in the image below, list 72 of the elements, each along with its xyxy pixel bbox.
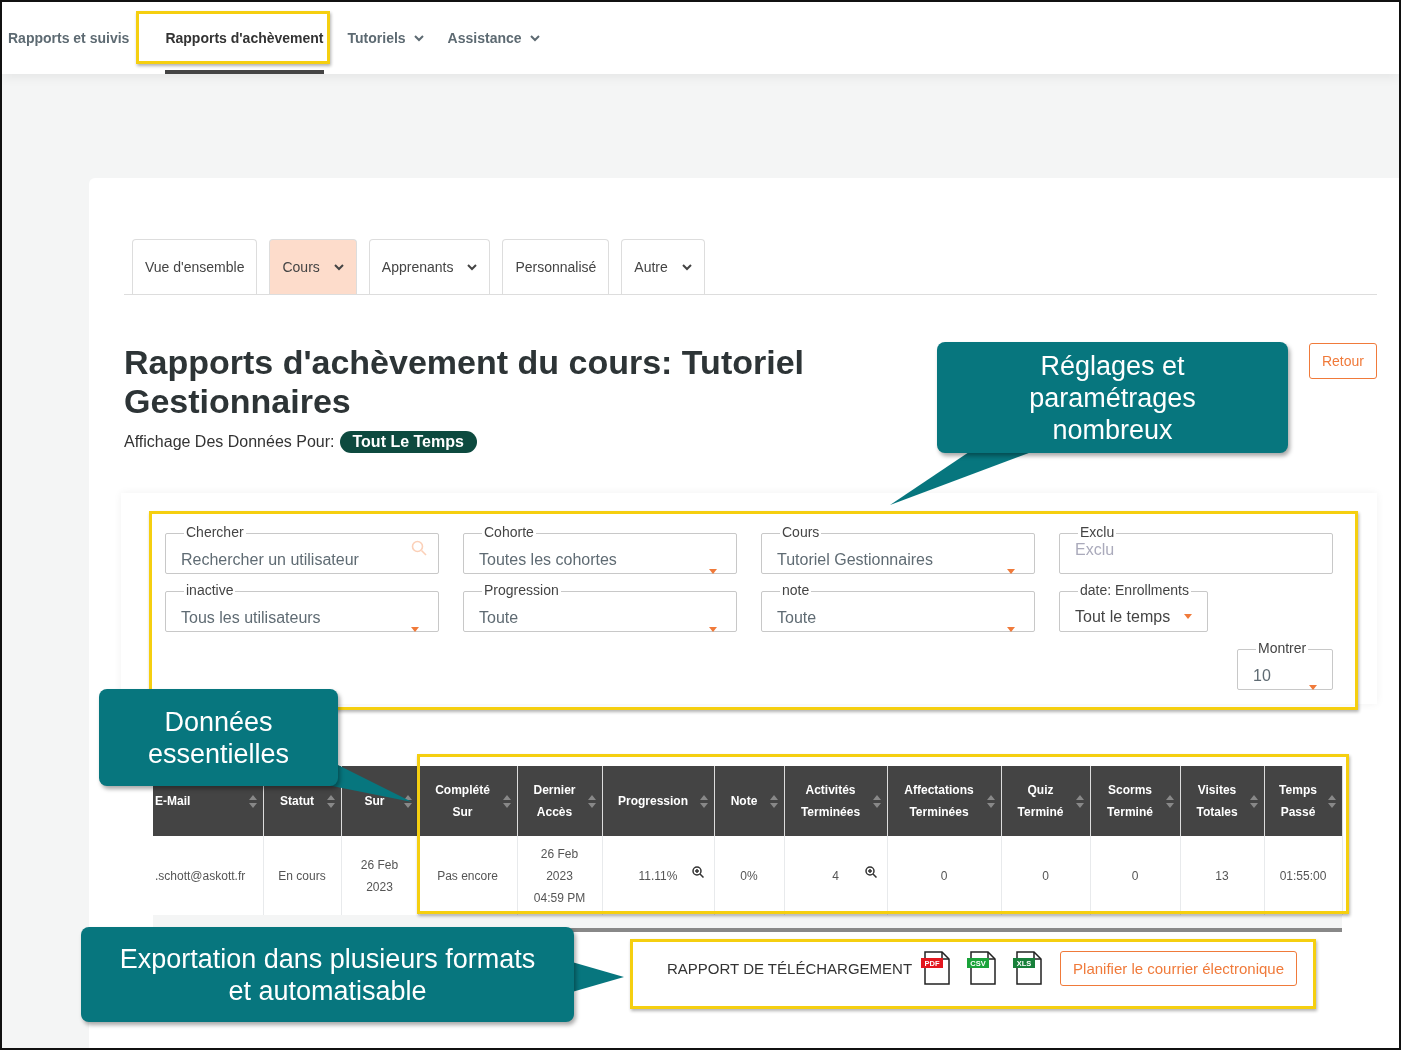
search-field[interactable]: Chercher Rechercher un utilisateur [165,524,439,574]
caret-icon [709,569,717,574]
field-label: Cohorte [482,524,536,540]
chevron-down-icon [467,263,478,271]
nav-item[interactable]: Assistance [447,2,552,74]
field-label: Chercher [184,524,246,540]
caret-icon [1007,569,1015,574]
caret-icon [411,627,419,632]
sort-icon[interactable] [326,795,335,808]
sort-icon[interactable] [1075,795,1084,808]
sort-icon[interactable] [1249,795,1258,808]
column-header[interactable]: Complété Sur [418,766,517,836]
caret-icon [1184,614,1193,619]
field-label: Progression [482,582,561,598]
chevron-down-icon [529,34,540,42]
caret-icon [1007,627,1015,632]
callout-tooltip: Données essentielles [99,689,338,786]
callout-tooltip: Exportation dans plusieurs formats et automatisable [81,927,574,1022]
sort-icon[interactable] [1165,795,1174,808]
download-label: RAPPORT DE TÉLÉCHARGEMENT [667,959,913,977]
sort-icon[interactable] [699,795,708,808]
column-header[interactable]: Temps Passé [1264,766,1342,836]
tab[interactable]: Vue d'ensemble [132,239,258,294]
page-title: Rapports d'achèvement du cours: Tutoriel Gestionnaires [124,343,805,421]
column-header[interactable]: Progression [602,766,714,836]
nav-item[interactable]: Rapports et suivis [8,2,142,74]
select-field[interactable]: Cohorte Toutes les cohortes [463,524,737,574]
field-label: date: Enrollments [1078,582,1191,598]
sort-icon[interactable] [502,795,511,808]
select-field[interactable]: Montrer 10 [1237,640,1333,690]
column-header[interactable]: Note [714,766,784,836]
sort-icon[interactable] [872,795,881,808]
field-label: inactive [184,582,236,598]
sort-icon[interactable] [403,795,412,808]
column-header[interactable]: Activités Terminées [784,766,887,836]
caret-icon [1309,685,1317,690]
field-label: Montrer [1256,640,1309,656]
sort-icon[interactable] [986,795,995,808]
column-header[interactable]: Affectations Terminées [887,766,1001,836]
tab[interactable]: Cours [269,239,357,294]
zoom-in-icon[interactable] [864,866,877,878]
column-header[interactable]: Scorms Terminé [1090,766,1180,836]
field-label: Exclu [1078,524,1117,540]
tab[interactable]: Apprenants [368,239,491,294]
field-label: note [780,582,812,598]
column-header[interactable]: Visites Totales [1180,766,1264,836]
sort-icon[interactable] [1327,795,1336,808]
chevron-down-icon [413,34,424,42]
select-field[interactable]: Cours Tutoriel Gestionnaires [761,524,1035,574]
chevron-down-icon [681,263,692,271]
search-icon [411,540,427,556]
nav-item[interactable]: Tutoriels [347,2,436,74]
sort-icon[interactable] [587,795,596,808]
tab[interactable]: Personnalisé [502,239,610,294]
field-label: Cours [780,524,822,540]
column-header[interactable]: Quiz Terminé [1001,766,1090,836]
select-field[interactable]: note Toute [761,582,1035,632]
period-badge: Tout Le Temps [339,431,477,453]
caret-icon [709,627,717,632]
chevron-down-icon [333,263,344,271]
select-field[interactable]: inactive Tous les utilisateurs [165,582,439,632]
input-field[interactable]: Exclu Exclu [1059,524,1333,574]
nav-item[interactable]: Rapports d'achèvement [153,2,336,74]
select-field[interactable]: Progression Toute [463,582,737,632]
sort-icon[interactable] [248,795,257,808]
sort-icon[interactable] [769,795,778,808]
column-header[interactable]: Dernier Accès [517,766,602,836]
callout-pointer [572,962,624,992]
tab[interactable]: Autre [621,239,705,294]
period-label: Affichage Des Données Pour: [124,433,335,451]
zoom-in-icon[interactable] [691,866,704,878]
date-dropdown[interactable]: date: Enrollments Tout le temps [1059,582,1209,632]
